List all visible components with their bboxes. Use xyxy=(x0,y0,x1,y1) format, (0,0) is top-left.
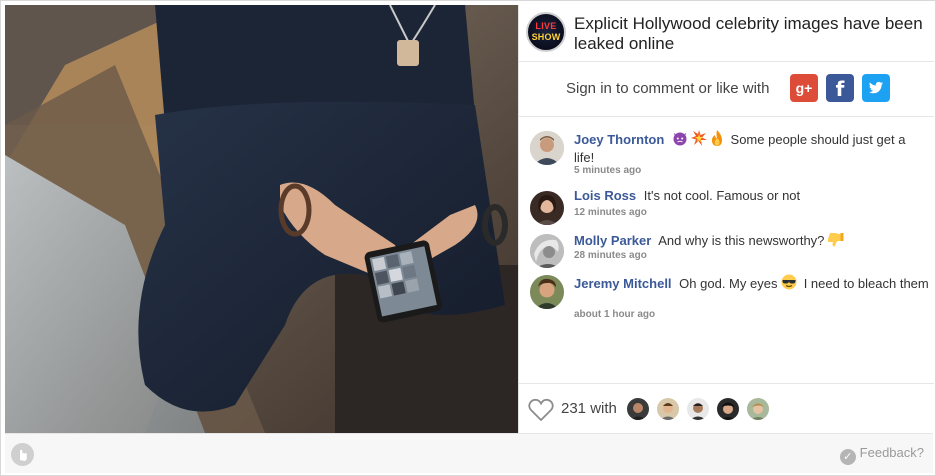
liker-avatar[interactable] xyxy=(717,398,739,420)
fire-emoji xyxy=(710,130,724,150)
hand-pointer-icon[interactable] xyxy=(11,443,34,466)
avatar-molly-parker[interactable] xyxy=(530,234,564,268)
like-count: 231 with xyxy=(561,400,617,417)
article-title: Explicit Hollywood celebrity images have… xyxy=(574,14,923,53)
signin-prompt: Sign in to comment or like with xyxy=(566,80,770,97)
widget-frame: LIVE SHOW Explicit Hollywood celebrity i… xyxy=(0,0,936,476)
comment-body: It's not cool. Famous or not xyxy=(643,188,801,203)
comment-author[interactable]: Jeremy Mitchell xyxy=(574,276,672,291)
avatar-lois-ross[interactable] xyxy=(530,191,564,225)
google-plus-button[interactable]: g+ xyxy=(790,74,818,102)
feedback-label: Feedback? xyxy=(859,445,924,460)
comment-text: Molly Parker And why is this newsworthy? xyxy=(574,231,929,251)
twitter-icon xyxy=(869,81,883,94)
liker-avatar[interactable] xyxy=(657,398,679,420)
comment-timestamp: 5 minutes ago xyxy=(574,165,642,176)
facebook-icon: f xyxy=(835,77,845,101)
logo-line-1: LIVE xyxy=(535,21,557,31)
avatar-jeremy-mitchell[interactable] xyxy=(530,275,564,309)
comment-timestamp: 12 minutes ago xyxy=(574,207,647,218)
comment-author[interactable]: Lois Ross xyxy=(574,188,636,203)
comment-timestamp: 28 minutes ago xyxy=(574,250,647,261)
sunglasses-emoji xyxy=(781,274,797,294)
logo-line-2: SHOW xyxy=(531,32,561,42)
comment-text: Lois Ross It's not cool. Famous or not xyxy=(574,188,929,204)
comment-body: And why is this newsworthy? xyxy=(658,233,825,248)
check-circle-icon: ✓ xyxy=(839,449,856,465)
feedback-link[interactable]: ✓ Feedback? xyxy=(839,445,924,465)
signin-bar: Sign in to comment or like with g+ f xyxy=(519,62,934,117)
article-photo[interactable] xyxy=(5,5,518,433)
avatar-joey-thornton[interactable] xyxy=(530,131,564,165)
like-count-value: 231 xyxy=(561,400,587,417)
comment-author[interactable]: Molly Parker xyxy=(574,233,651,248)
widget-footer: ✓ Feedback? xyxy=(5,433,933,473)
thumbs-down-emoji xyxy=(827,231,844,251)
liker-avatar[interactable] xyxy=(747,398,769,420)
liker-avatar[interactable] xyxy=(627,398,649,420)
comment-text: Jeremy Mitchell Oh god. My eyes I need t… xyxy=(574,274,929,294)
facebook-button[interactable]: f xyxy=(826,74,854,102)
twitter-button[interactable] xyxy=(862,74,890,102)
likes-bar: 231 with xyxy=(519,383,934,433)
comment-text: Joey Thornton Some people should just ge… xyxy=(574,130,929,166)
google-plus-icon: g+ xyxy=(795,80,813,96)
angry-devil-emoji xyxy=(672,130,688,150)
comment-timestamp: about 1 hour ago xyxy=(574,309,656,320)
heart-icon[interactable] xyxy=(528,398,554,427)
liker-avatar[interactable] xyxy=(687,398,709,420)
comment-author[interactable]: Joey Thornton xyxy=(574,132,664,147)
like-with-label: with xyxy=(590,400,617,417)
collision-emoji xyxy=(690,130,707,150)
comment-body-start: Oh god. My eyes xyxy=(679,276,778,291)
article-header: LIVE SHOW Explicit Hollywood celebrity i… xyxy=(519,5,934,62)
comments-panel: LIVE SHOW Explicit Hollywood celebrity i… xyxy=(518,5,934,433)
comment-body-end: I need to bleach them xyxy=(803,276,929,291)
photo-illustration xyxy=(5,5,518,433)
live-show-logo: LIVE SHOW xyxy=(526,12,566,52)
